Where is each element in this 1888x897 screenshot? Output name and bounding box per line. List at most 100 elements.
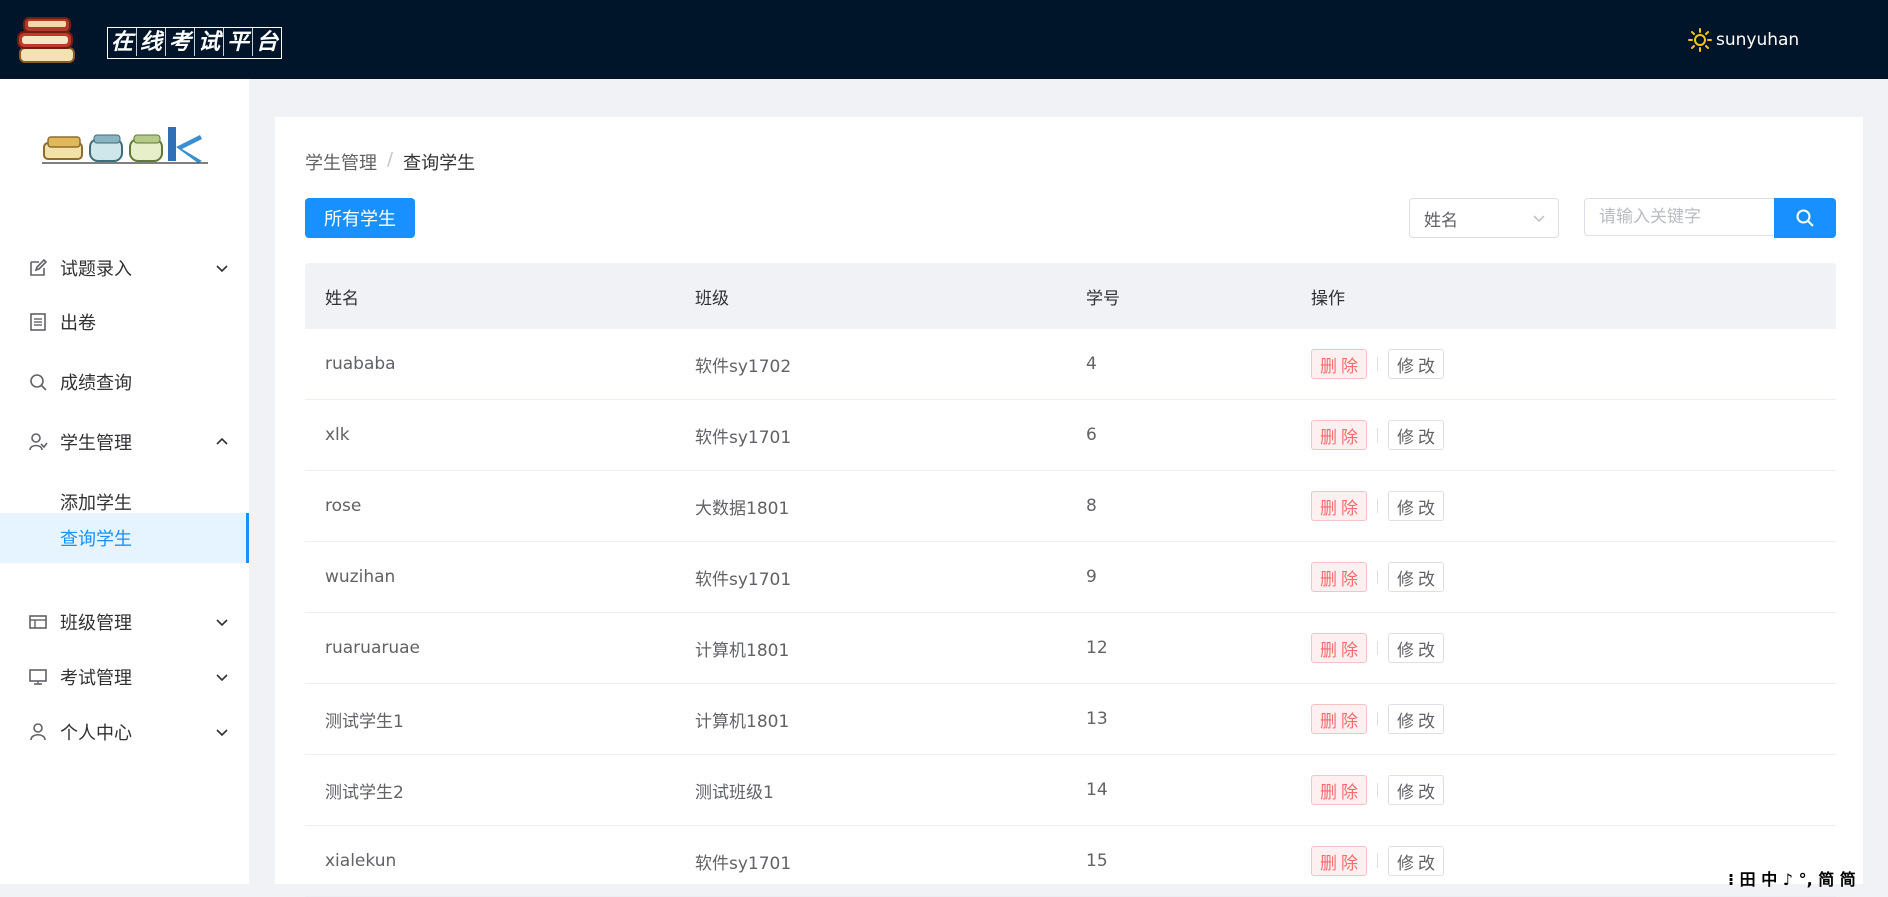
table-icon (29, 615, 47, 629)
table-header: 姓名 班级 学号 操作 (305, 263, 1836, 329)
edit-button[interactable]: 修改 (1388, 420, 1444, 450)
monitor-icon (29, 669, 47, 685)
edit-button[interactable]: 修改 (1388, 846, 1444, 876)
edit-button[interactable]: 修改 (1388, 349, 1444, 379)
sidebar-item-question-entry[interactable]: 试题录入 (0, 243, 249, 293)
breadcrumb: 学生管理 / 查询学生 (305, 149, 475, 175)
table-row: ruaruaruae 计算机1801 12 删除 修改 (305, 613, 1836, 684)
search-icon (1796, 209, 1814, 227)
row-actions: 删除 修改 (1311, 542, 1444, 612)
student-class: 大数据1801 (695, 498, 790, 519)
app-title: 在 线 考 试 平 台 (107, 27, 282, 59)
table-row: xialekun 软件sy1701 15 删除 修改 (305, 826, 1836, 897)
student-name: wuzihan (325, 567, 396, 587)
sidebar-item-label: 查询学生 (60, 529, 132, 550)
delete-button[interactable]: 删除 (1311, 420, 1367, 450)
ime-toolbar[interactable]: ⁝ 田 中 ♪ °, 简 简 (1728, 866, 1856, 890)
delete-button[interactable]: 删除 (1311, 562, 1367, 592)
student-name: ruaruaruae (325, 638, 421, 658)
chevron-down-icon (216, 674, 228, 682)
edit-button[interactable]: 修改 (1388, 633, 1444, 663)
edit-button[interactable]: 修改 (1388, 704, 1444, 734)
app-title-char: 试 (195, 28, 224, 56)
app-title-char: 台 (255, 29, 278, 55)
sidebar-item-label: 添加学生 (60, 493, 132, 514)
filter-field-select[interactable]: 姓名 (1409, 198, 1559, 238)
delete-button[interactable]: 删除 (1311, 349, 1367, 379)
row-actions: 删除 修改 (1311, 471, 1444, 541)
breadcrumb-parent[interactable]: 学生管理 (305, 149, 377, 175)
student-name: ruababa (325, 354, 396, 374)
action-divider (1377, 428, 1378, 442)
sidebar: 试题录入 出卷 成绩查询 学生管理 添加学生 查询学生 班级管理 考试管理 个人… (0, 79, 249, 884)
action-divider (1377, 357, 1378, 371)
book-logo-icon (42, 127, 208, 164)
action-divider (1377, 712, 1378, 726)
sidebar-subitem-query-student[interactable]: 查询学生 (0, 513, 249, 563)
row-actions: 删除 修改 (1311, 755, 1444, 825)
sidebar-item-personal-center[interactable]: 个人中心 (0, 707, 249, 757)
user-menu[interactable]: sunyuhan (1688, 28, 1799, 52)
action-divider (1377, 854, 1378, 868)
edit-button[interactable]: 修改 (1388, 775, 1444, 805)
sidebar-item-exam-management[interactable]: 考试管理 (0, 652, 249, 702)
username[interactable]: sunyuhan (1716, 30, 1799, 50)
user-icon (30, 723, 46, 741)
sidebar-item-make-paper[interactable]: 出卷 (0, 297, 249, 347)
action-divider (1377, 641, 1378, 655)
student-id: 8 (1086, 496, 1097, 516)
table-row: 测试学生1 计算机1801 13 删除 修改 (305, 684, 1836, 755)
breadcrumb-current: 查询学生 (403, 153, 476, 174)
filter-field-value: 姓名 (1424, 210, 1458, 231)
top-header: 在 线 考 试 平 台 sunyuhan (0, 0, 1888, 79)
student-name: 测试学生2 (325, 782, 404, 803)
student-name: xlk (325, 425, 350, 445)
chevron-up-icon (216, 437, 228, 445)
student-class: 软件sy1701 (695, 427, 792, 448)
row-actions: 删除 修改 (1311, 329, 1444, 399)
student-class: 软件sy1701 (695, 569, 792, 590)
search-input[interactable] (1584, 198, 1774, 236)
student-name: 测试学生1 (325, 711, 404, 732)
delete-button[interactable]: 删除 (1311, 633, 1367, 663)
table-row: rose 大数据1801 8 删除 修改 (305, 471, 1836, 542)
sidebar-item-label: 试题录入 (60, 259, 132, 280)
column-header-actions: 操作 (1311, 288, 1345, 309)
student-id: 9 (1086, 567, 1097, 587)
chevron-down-icon (1533, 215, 1545, 222)
sidebar-item-label: 班级管理 (60, 613, 132, 634)
student-id: 13 (1086, 709, 1108, 729)
table-row: wuzihan 软件sy1701 9 删除 修改 (305, 542, 1836, 613)
app-title-char: 在 (108, 28, 137, 56)
delete-button[interactable]: 删除 (1311, 775, 1367, 805)
chevron-down-icon (216, 265, 228, 273)
table-row: 测试学生2 测试班级1 14 删除 修改 (305, 755, 1836, 826)
delete-button[interactable]: 删除 (1311, 846, 1367, 876)
column-header-class: 班级 (695, 288, 729, 309)
sidebar-item-class-management[interactable]: 班级管理 (0, 597, 249, 647)
document-icon (30, 313, 46, 331)
student-class: 计算机1801 (695, 711, 790, 732)
row-actions: 删除 修改 (1311, 400, 1444, 470)
student-icon (29, 433, 48, 451)
edit-icon (30, 258, 48, 276)
row-actions: 删除 修改 (1311, 826, 1444, 896)
sidebar-item-score-query[interactable]: 成绩查询 (0, 357, 249, 407)
search-button[interactable] (1774, 198, 1836, 238)
delete-button[interactable]: 删除 (1311, 704, 1367, 734)
all-students-button[interactable]: 所有学生 (305, 198, 415, 238)
edit-button[interactable]: 修改 (1388, 562, 1444, 592)
sidebar-item-student-management[interactable]: 学生管理 (0, 417, 249, 467)
sidebar-item-label: 个人中心 (60, 723, 132, 744)
chevron-down-icon (216, 729, 228, 737)
sidebar-item-label: 学生管理 (60, 433, 132, 454)
app-title-char: 考 (166, 28, 195, 56)
breadcrumb-separator: / (387, 149, 394, 170)
action-divider (1377, 499, 1378, 513)
delete-button[interactable]: 删除 (1311, 491, 1367, 521)
table-row: xlk 软件sy1701 6 删除 修改 (305, 400, 1836, 471)
row-actions: 删除 修改 (1311, 613, 1444, 683)
edit-button[interactable]: 修改 (1388, 491, 1444, 521)
sidebar-item-label: 考试管理 (60, 668, 132, 689)
students-table: 姓名 班级 学号 操作 ruababa 软件sy1702 4 删除 修改 xlk 软件sy1… (305, 263, 1836, 897)
